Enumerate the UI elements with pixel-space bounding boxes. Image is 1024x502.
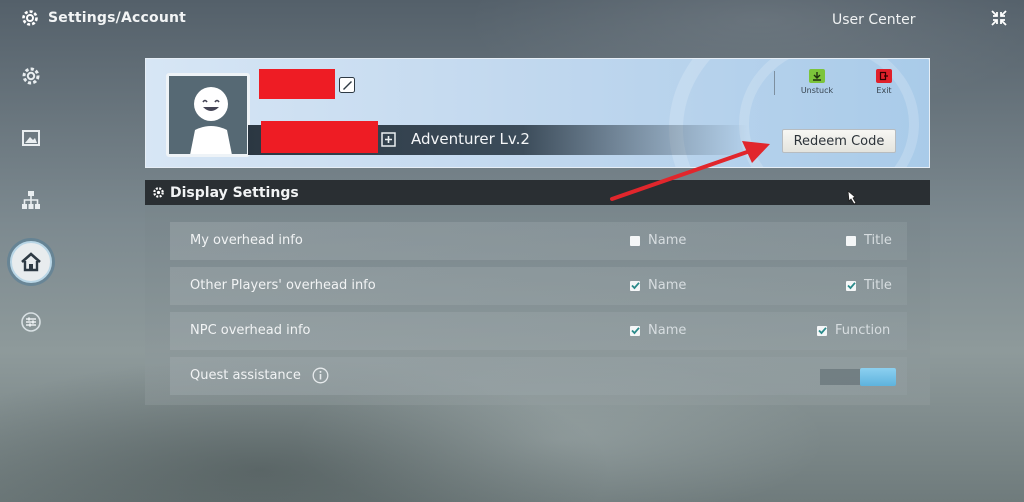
checkbox-checked[interactable] — [630, 325, 640, 336]
divider — [774, 71, 775, 95]
display-settings-header: Display Settings — [145, 180, 930, 205]
check-icon — [846, 282, 856, 290]
checkbox-title-option[interactable]: Title — [846, 278, 892, 293]
player-name-redacted — [259, 69, 335, 99]
exit-button[interactable]: Exit — [859, 69, 909, 95]
checkbox-function-option[interactable]: Function — [817, 323, 890, 338]
checkbox-name-option[interactable]: Name — [630, 323, 686, 338]
home-icon — [21, 252, 41, 272]
option-label: Function — [835, 323, 891, 338]
profile-card: Adventurer Lv.2 Unstuck Exit Redeem Code — [145, 58, 930, 168]
unstuck-button[interactable]: Unstuck — [792, 69, 842, 95]
unstuck-label: Unstuck — [800, 86, 834, 95]
checkbox-checked[interactable] — [630, 280, 640, 291]
redeem-code-button[interactable]: Redeem Code — [782, 129, 896, 153]
check-icon — [630, 327, 640, 335]
checkbox-name-option[interactable]: Name — [630, 278, 686, 293]
sidebar-item-controls[interactable] — [13, 182, 49, 218]
row-label: Other Players' overhead info — [190, 278, 376, 293]
checkbox-name-option[interactable]: Name — [630, 233, 686, 248]
settings-row: Other Players' overhead info Name Title — [170, 267, 907, 305]
breadcrumb: Settings/Account — [20, 8, 186, 28]
sliders-icon — [21, 312, 41, 332]
option-label: Name — [648, 233, 687, 248]
gear-icon — [22, 67, 40, 85]
cursor-icon — [847, 190, 857, 205]
settings-row: Quest assistance — [170, 357, 907, 395]
image-icon — [22, 130, 40, 146]
checkbox-checked[interactable] — [846, 280, 856, 291]
info-icon[interactable] — [312, 367, 329, 384]
player-id-redacted — [261, 121, 378, 153]
sidebar-item-account[interactable] — [10, 241, 52, 283]
check-icon — [630, 282, 640, 290]
option-label: Name — [648, 323, 687, 338]
row-label: NPC overhead info — [190, 323, 311, 338]
unstuck-icon — [809, 69, 825, 83]
option-label: Title — [864, 233, 892, 248]
checkbox-unchecked[interactable] — [846, 235, 856, 246]
option-label: Title — [864, 278, 892, 293]
sidebar-item-general[interactable] — [13, 58, 49, 94]
collapse-icon[interactable] — [990, 9, 1008, 27]
sidebar-item-graphics[interactable] — [13, 120, 49, 156]
option-label: Name — [648, 278, 687, 293]
edit-name-icon[interactable] — [339, 77, 355, 93]
checkbox-title-option[interactable]: Title — [846, 233, 892, 248]
copy-id-icon[interactable] — [381, 132, 396, 147]
settings-row: My overhead info Name Title — [170, 222, 907, 260]
checkbox-unchecked[interactable] — [630, 235, 640, 246]
exit-label: Exit — [876, 86, 892, 95]
user-center-link[interactable]: User Center — [832, 12, 915, 28]
page-title: Settings/Account — [48, 10, 187, 26]
network-icon — [22, 191, 40, 209]
settings-icon — [22, 10, 38, 26]
gear-icon — [153, 187, 164, 198]
checkbox-checked[interactable] — [817, 325, 827, 336]
row-label: My overhead info — [190, 233, 303, 248]
top-bar: Settings/Account User Center — [0, 0, 1024, 40]
adventurer-level: Adventurer Lv.2 — [411, 130, 530, 148]
exit-icon — [876, 69, 892, 83]
settings-row: NPC overhead info Name Function — [170, 312, 907, 350]
section-title: Display Settings — [170, 184, 299, 201]
sidebar-item-other[interactable] — [13, 304, 49, 340]
check-icon — [817, 327, 827, 335]
avatar-icon — [190, 87, 232, 154]
row-label: Quest assistance — [190, 368, 301, 383]
annotation-arrow — [610, 141, 770, 201]
avatar[interactable] — [166, 73, 250, 157]
toggle-knob-on[interactable] — [860, 368, 896, 386]
sidebar — [0, 40, 66, 502]
